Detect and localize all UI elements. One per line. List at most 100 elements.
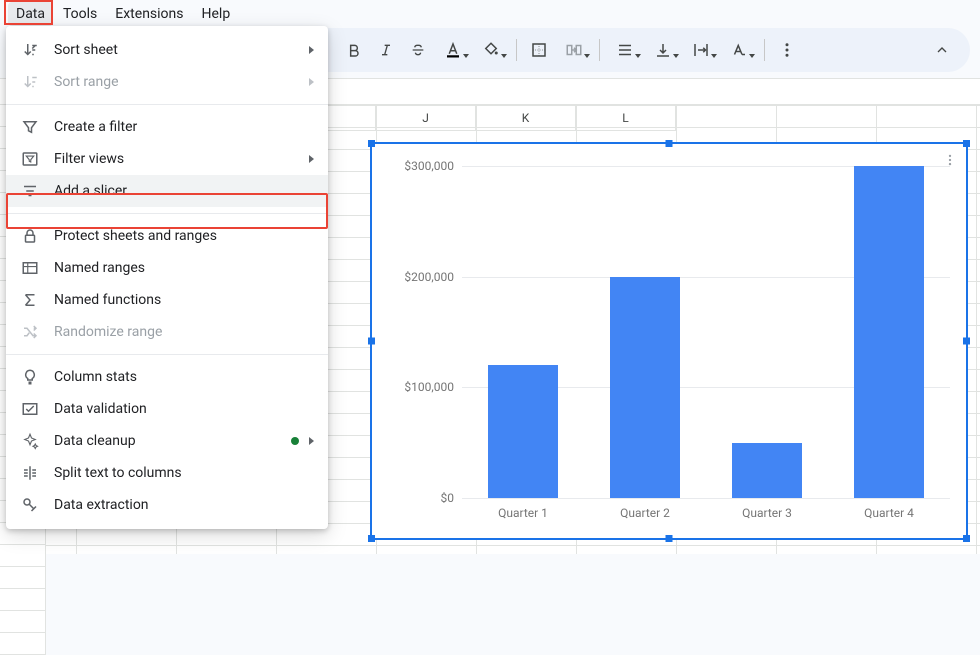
menu-randomize: Randomize range (6, 316, 328, 348)
wrap-button[interactable] (684, 36, 718, 64)
sparkle-icon (20, 431, 40, 451)
resize-handle[interactable] (963, 140, 970, 147)
menu-label: Data cleanup (54, 433, 291, 449)
borders-button[interactable] (525, 36, 553, 64)
merge-icon (565, 41, 583, 59)
menu-label: Column stats (54, 369, 314, 385)
halign-icon (616, 41, 634, 59)
row-header[interactable] (0, 633, 46, 655)
chevron-up-icon (934, 42, 950, 58)
menu-named-functions[interactable]: Named functions (6, 284, 328, 316)
fill-color-button[interactable] (474, 36, 508, 64)
toolbar-divider (764, 39, 765, 61)
chart-bar[interactable] (854, 166, 924, 498)
filter-icon (20, 117, 40, 137)
menu-label: Create a filter (54, 119, 314, 135)
toolbar-divider (516, 39, 517, 61)
menu-protect[interactable]: Protect sheets and ranges (6, 220, 328, 252)
filter-views-icon (20, 149, 40, 169)
menu-data-cleanup[interactable]: Data cleanup (6, 425, 328, 457)
resize-handle[interactable] (963, 535, 970, 542)
menubar-tools[interactable]: Tools (55, 2, 105, 26)
menubar-data[interactable]: Data (8, 2, 53, 26)
y-axis-label: $300,000 (404, 159, 462, 173)
row-header[interactable] (0, 589, 46, 611)
chart-bar[interactable] (610, 277, 680, 498)
borders-icon (530, 41, 548, 59)
bars-container (462, 166, 950, 498)
menu-data-validation[interactable]: Data validation (6, 393, 328, 425)
menu-create-filter[interactable]: Create a filter (6, 111, 328, 143)
toolbar-divider (599, 39, 600, 61)
italic-icon (378, 42, 394, 58)
chart-bar[interactable] (488, 365, 558, 498)
menubar-extensions[interactable]: Extensions (107, 2, 191, 26)
strikethrough-icon (410, 42, 426, 58)
menu-data-extraction[interactable]: Data extraction (6, 489, 328, 521)
collapse-toolbar-button[interactable] (928, 36, 956, 64)
resize-handle[interactable] (368, 338, 375, 345)
menu-filter-views[interactable]: Filter views (6, 143, 328, 175)
menu-label: Sort sheet (54, 42, 309, 58)
split-icon (20, 463, 40, 483)
shuffle-icon (20, 322, 40, 342)
sigma-icon (20, 290, 40, 310)
lightbulb-icon (20, 367, 40, 387)
menu-split-text[interactable]: Split text to columns (6, 457, 328, 489)
sort-range-icon (20, 72, 40, 92)
valign-button[interactable] (646, 36, 680, 64)
menu-sort-range: Sort range (6, 66, 328, 98)
text-color-button[interactable] (436, 36, 470, 64)
menubar: Data Tools Extensions Help (0, 0, 980, 28)
valign-icon (654, 41, 672, 59)
menu-label: Named functions (54, 292, 314, 308)
rotation-button[interactable] (722, 36, 756, 64)
menu-column-stats[interactable]: Column stats (6, 361, 328, 393)
resize-handle[interactable] (368, 535, 375, 542)
halign-button[interactable] (608, 36, 642, 64)
text-color-icon (444, 41, 462, 59)
more-vert-icon (778, 41, 796, 59)
menu-label: Randomize range (54, 324, 314, 340)
row-header[interactable] (0, 567, 46, 589)
menu-sort-sheet[interactable]: Sort sheet (6, 34, 328, 66)
fill-color-icon (482, 41, 500, 59)
x-axis-label: Quarter 1 (488, 506, 558, 520)
validation-icon (20, 399, 40, 419)
strikethrough-button[interactable] (404, 36, 432, 64)
menu-label: Add a slicer (54, 183, 314, 199)
row-header[interactable] (0, 545, 46, 567)
menu-label: Named ranges (54, 260, 314, 276)
more-button[interactable] (773, 36, 801, 64)
menu-named-ranges[interactable]: Named ranges (6, 252, 328, 284)
x-axis-label: Quarter 4 (854, 506, 924, 520)
x-axis-label: Quarter 3 (732, 506, 802, 520)
menu-separator (6, 104, 328, 105)
resize-handle[interactable] (368, 140, 375, 147)
row-header[interactable] (0, 611, 46, 633)
rotation-icon (730, 41, 748, 59)
wrap-icon (692, 41, 710, 59)
menubar-help[interactable]: Help (194, 2, 239, 26)
chart-plot-area: $0$100,000$200,000$300,000 Quarter 1Quar… (382, 154, 956, 528)
menu-separator (6, 354, 328, 355)
menu-add-slicer[interactable]: Add a slicer (6, 175, 328, 207)
italic-button[interactable] (372, 36, 400, 64)
submenu-arrow-icon (309, 437, 314, 445)
resize-handle[interactable] (666, 535, 673, 542)
chart-object[interactable]: $0$100,000$200,000$300,000 Quarter 1Quar… (370, 142, 968, 540)
resize-handle[interactable] (666, 140, 673, 147)
menu-separator (6, 213, 328, 214)
menu-label: Split text to columns (54, 465, 314, 481)
menu-label: Sort range (54, 74, 309, 90)
y-axis-label: $0 (441, 491, 463, 505)
menu-label: Data extraction (54, 497, 314, 513)
merge-button[interactable] (557, 36, 591, 64)
bold-button[interactable] (340, 36, 368, 64)
resize-handle[interactable] (963, 338, 970, 345)
chart-bar[interactable] (732, 443, 802, 498)
submenu-arrow-icon (309, 46, 314, 54)
new-indicator-dot (291, 437, 299, 445)
menu-label: Protect sheets and ranges (54, 228, 314, 244)
sort-sheet-icon (20, 40, 40, 60)
